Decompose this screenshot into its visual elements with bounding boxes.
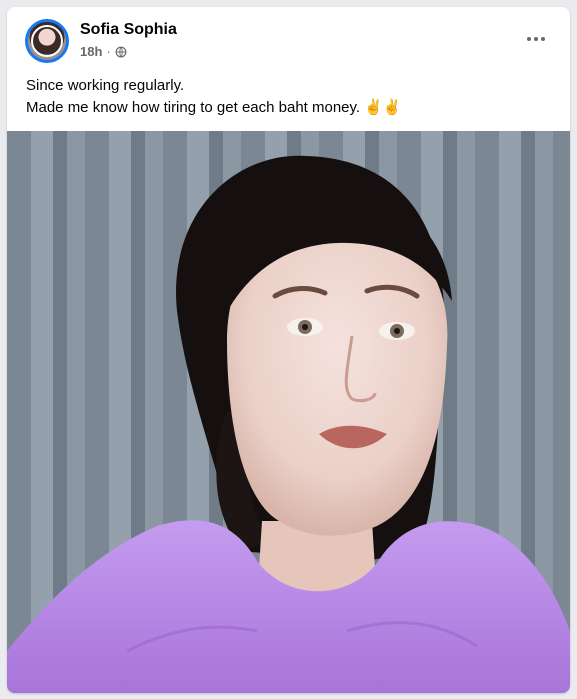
post-card: Sofia Sophia 18h · Since working regular…	[7, 7, 570, 693]
dot-icon	[534, 37, 538, 41]
author-avatar[interactable]	[25, 19, 69, 63]
post-time[interactable]: 18h	[80, 44, 102, 59]
dot-icon	[527, 37, 531, 41]
post-text-line: Made me know how tiring to get each baht…	[26, 99, 402, 116]
photo-illustration	[7, 155, 570, 693]
meta-separator: ·	[106, 44, 111, 59]
globe-icon[interactable]	[115, 46, 127, 58]
more-options-button[interactable]	[520, 27, 552, 51]
post-text: Since working regularly. Made me know ho…	[26, 75, 402, 119]
post-photo[interactable]	[7, 131, 570, 693]
post-meta: 18h ·	[80, 44, 127, 59]
post-text-line: Since working regularly.	[26, 77, 185, 94]
dot-icon	[541, 37, 545, 41]
author-name[interactable]: Sofia Sophia	[80, 21, 177, 39]
post-header: Sofia Sophia 18h ·	[7, 7, 570, 67]
